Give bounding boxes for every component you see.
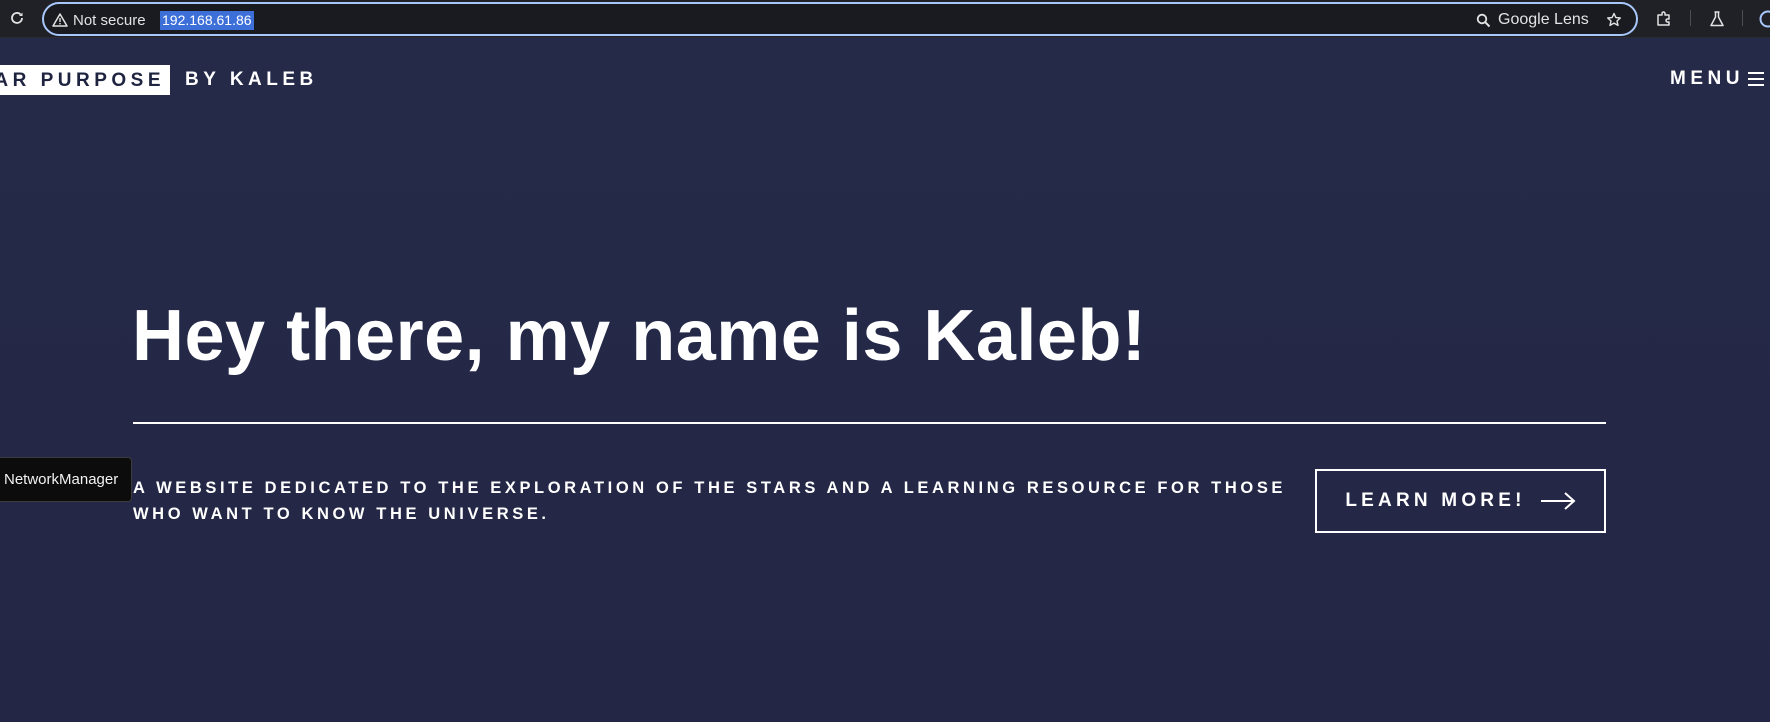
logo-byline[interactable]: BY KALEB [185,69,318,91]
url-text[interactable]: 192.168.61.86 [160,11,254,30]
search-icon [1476,13,1491,27]
address-bar[interactable]: Not secure 192.168.61.86 Google Lens [42,2,1638,36]
hero-divider [133,422,1606,424]
menu-label: MENU [1670,68,1744,89]
google-lens-label: Google Lens [1498,11,1589,28]
arrow-right-icon [1540,491,1576,511]
site-logo[interactable]: AR PURPOSE [0,65,170,95]
logo-boxed-text: AR PURPOSE [0,70,165,91]
hero-tagline: A WEBSITE DEDICATED TO THE EXPLORATION O… [133,479,1287,523]
learn-more-label: LEARN MORE! [1345,490,1526,511]
site-header: AR PURPOSE BY KALEB MENU [0,38,1770,118]
security-label: Not secure [73,11,146,29]
bookmark-star-icon[interactable] [1604,10,1624,30]
menu-button[interactable]: MENU [1670,68,1764,90]
profile-avatar-icon[interactable] [1756,7,1770,31]
hamburger-icon [1747,72,1764,86]
labs-flask-icon[interactable] [1705,7,1729,31]
reload-icon[interactable] [6,7,28,29]
extensions-icon[interactable] [1652,7,1676,31]
hero-title: Hey there, my name is Kaleb! [132,296,1147,376]
system-tooltip: NetworkManager [0,457,132,502]
google-lens-button[interactable]: Google Lens [1476,10,1589,30]
tooltip-text: NetworkManager [4,471,119,488]
toolbar-divider [1690,10,1691,26]
warning-icon [52,13,68,27]
site-info-button[interactable]: Not secure [52,10,146,30]
web-page: AR PURPOSE BY KALEB MENU Hey there, my n… [0,38,1770,722]
learn-more-button[interactable]: LEARN MORE! [1315,469,1606,533]
browser-toolbar: Not secure 192.168.61.86 Google Lens [0,0,1770,38]
toolbar-divider [1742,10,1743,26]
